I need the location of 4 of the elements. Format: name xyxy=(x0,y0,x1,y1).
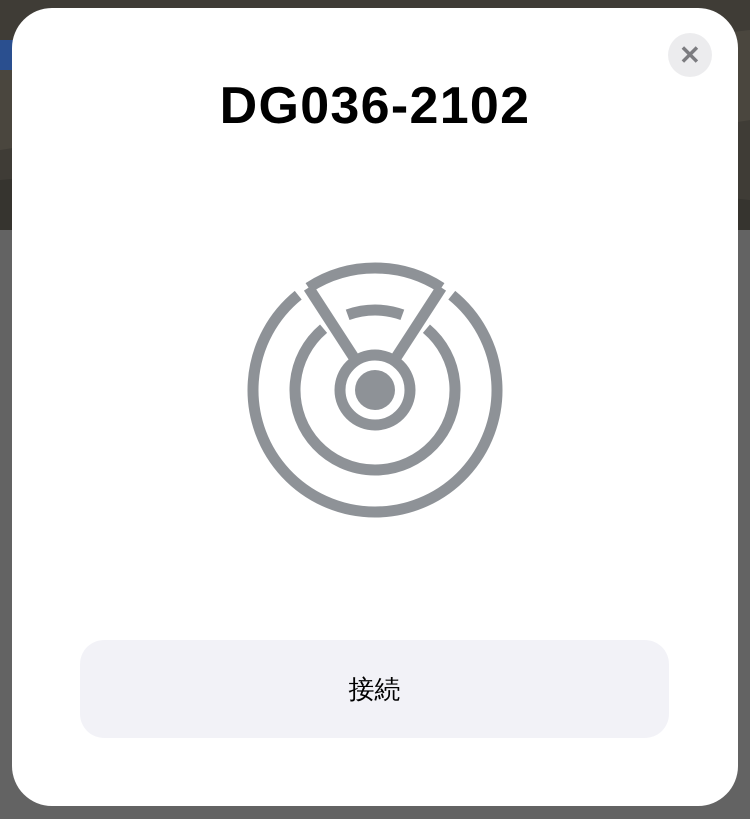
connect-button[interactable]: 接続 xyxy=(80,640,669,738)
close-button[interactable]: ✕ xyxy=(668,33,712,77)
device-title: DG036-2102 xyxy=(220,80,530,132)
radar-icon xyxy=(247,262,503,518)
